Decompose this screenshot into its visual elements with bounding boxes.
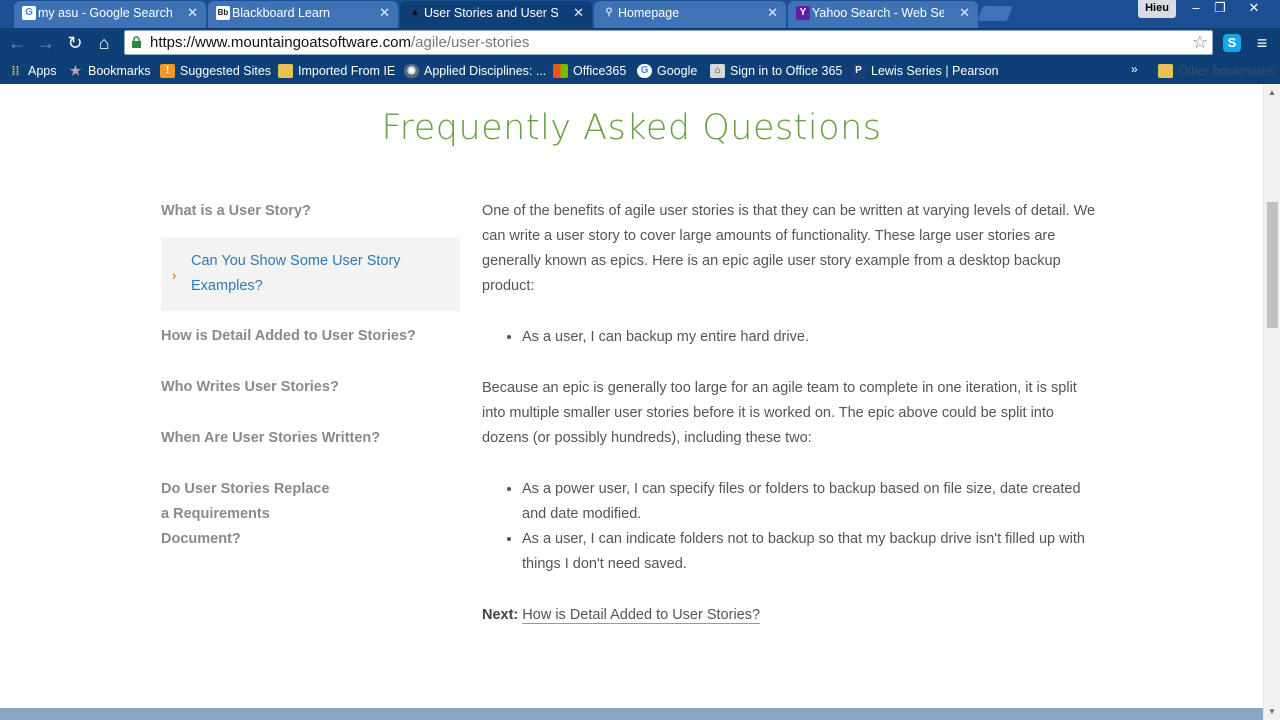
- yahoo-icon: Y: [796, 6, 810, 20]
- bookmark-label: Bookmarks: [88, 64, 151, 78]
- office-icon: [553, 64, 568, 78]
- list-item: As a power user, I can specify files or …: [522, 477, 1102, 527]
- bookmark-apps[interactable]: ⁞⁞ Apps: [8, 62, 57, 80]
- bookmark-label: Google: [657, 64, 698, 78]
- nav-item-when-written[interactable]: When Are User Stories Written?: [161, 413, 460, 464]
- new-tab-button[interactable]: [977, 6, 1013, 21]
- bookmark-google[interactable]: G Google: [637, 62, 697, 80]
- restore-icon[interactable]: ❐: [1208, 0, 1232, 18]
- nav-item-label: Can You Show Some User Story Examples?: [191, 253, 401, 294]
- google-icon: G: [637, 64, 652, 78]
- paragraph: One of the benefits of agile user storie…: [482, 203, 1096, 294]
- bookmark-label: Office365: [573, 64, 627, 78]
- tab-title: Blackboard Learn: [232, 6, 330, 20]
- tab-user-stories[interactable]: ▲ User Stories and User Stor ✕: [400, 1, 592, 28]
- bookmark-imported-from-ie[interactable]: Imported From IE: [278, 62, 395, 80]
- bookmarks-bar: ⁞⁞ Apps ★ Bookmarks ! Suggested Sites Im…: [0, 58, 1280, 84]
- bookmark-lewis-series[interactable]: P Lewis Series | Pearson: [851, 62, 999, 80]
- url-path: /agile/user-stories: [410, 34, 530, 51]
- tab-title: Homepage: [618, 6, 680, 20]
- bookmark-label: Suggested Sites: [180, 64, 272, 78]
- suggested-sites-icon: !: [160, 64, 175, 78]
- bookmark-star-icon[interactable]: ☆: [1192, 32, 1208, 53]
- epic-example-list: As a user, I can backup my entire hard d…: [482, 325, 1102, 350]
- tab-homepage[interactable]: ⚲ Homepage ✕: [594, 1, 786, 28]
- close-icon[interactable]: ✕: [767, 1, 778, 25]
- bookmark-label: Applied Disciplines: ...: [424, 64, 547, 78]
- chevron-right-icon: ›: [172, 268, 177, 283]
- bookmark-sign-in-office[interactable]: ⌂ Sign in to Office 365: [710, 62, 842, 80]
- lock-icon: [132, 36, 141, 48]
- office-signin-icon: ⌂: [710, 64, 725, 78]
- pearson-icon: P: [851, 64, 866, 78]
- bookmark-bookmarks[interactable]: ★ Bookmarks: [68, 62, 151, 80]
- bookmark-label: Apps: [28, 64, 57, 78]
- minimize-icon[interactable]: –: [1184, 0, 1208, 18]
- tab-title: Yahoo Search - Web Searc: [812, 6, 944, 20]
- nav-item-detail-added[interactable]: How is Detail Added to User Stories?: [161, 311, 460, 362]
- tab-blackboard[interactable]: Bb Blackboard Learn ✕: [208, 1, 398, 28]
- forward-arrow-icon[interactable]: →: [35, 32, 57, 54]
- nav-item-replace-requirements[interactable]: Do User Stories Replace a Requirements D…: [161, 464, 460, 565]
- url-host: https://www.mountaingoatsoftware.com: [150, 34, 411, 51]
- nav-item-what-is-user-story[interactable]: What is a User Story?: [161, 196, 460, 237]
- bookmark-suggested-sites[interactable]: ! Suggested Sites: [160, 62, 271, 80]
- google-icon: G: [22, 6, 36, 20]
- nav-item-who-writes[interactable]: Who Writes User Stories?: [161, 362, 460, 413]
- faq-sidebar-nav: What is a User Story? › Can You Show Some…: [161, 196, 460, 565]
- tab-title: my asu - Google Search: [38, 6, 172, 20]
- search-icon: ⚲: [605, 7, 613, 18]
- more-bookmarks-chevron-icon[interactable]: »: [1131, 62, 1138, 76]
- star-icon: ★: [69, 63, 82, 78]
- page-footer: [0, 708, 1263, 720]
- home-icon[interactable]: ⌂: [93, 32, 115, 54]
- next-question: Next: How is Detail Added to User Storie…: [482, 603, 1102, 628]
- chrome-menu-icon[interactable]: ≡: [1254, 33, 1270, 53]
- scrollbar-thumb[interactable]: [1267, 202, 1278, 328]
- page-viewport: Frequently Asked Questions What is a Use…: [0, 84, 1263, 720]
- split-stories-list: As a power user, I can specify files or …: [482, 477, 1102, 577]
- scroll-down-arrow-icon[interactable]: ▼: [1268, 707, 1276, 716]
- folder-icon: [278, 64, 293, 78]
- nav-item-user-story-examples[interactable]: › Can You Show Some User Story Examples?: [161, 237, 460, 311]
- next-label: Next:: [482, 607, 519, 623]
- bookmark-label: Sign in to Office 365: [730, 64, 843, 78]
- next-question-link[interactable]: How is Detail Added to User Stories?: [522, 607, 761, 624]
- page-icon: ◉: [404, 64, 419, 78]
- tab-strip: G my asu - Google Search ✕ Bb Blackboard…: [0, 0, 1280, 28]
- close-icon[interactable]: ✕: [379, 1, 390, 25]
- tab-title: User Stories and User Stor: [424, 6, 558, 20]
- bookmark-label: Imported From IE: [298, 64, 396, 78]
- bookmark-office365[interactable]: Office365: [553, 62, 626, 80]
- page-title: Frequently Asked Questions: [381, 108, 882, 148]
- faq-answer: One of the benefits of agile user storie…: [482, 199, 1102, 628]
- paragraph: Because an epic is generally too large f…: [482, 380, 1077, 446]
- url-text: https://www.mountaingoatsoftware.com/agi…: [150, 34, 529, 51]
- apps-grid-icon: ⁞⁞: [11, 64, 20, 78]
- tab-google-search[interactable]: G my asu - Google Search ✕: [14, 1, 206, 28]
- window-close-icon[interactable]: ✕: [1242, 0, 1266, 18]
- browser-toolbar: ← → ↻ ⌂ https://www.mountaingoatsoftware…: [0, 28, 1280, 58]
- list-item: As a user, I can indicate folders not to…: [522, 527, 1102, 577]
- bookmark-label: Lewis Series | Pearson: [871, 64, 999, 78]
- close-icon[interactable]: ✕: [959, 1, 970, 25]
- mountain-goat-icon: ▲: [410, 7, 420, 18]
- back-arrow-icon[interactable]: ←: [6, 32, 28, 54]
- tab-yahoo[interactable]: Y Yahoo Search - Web Searc ✕: [788, 1, 978, 28]
- bookmark-other-bookmarks[interactable]: Other bookmarks: [1158, 62, 1274, 80]
- address-bar[interactable]: https://www.mountaingoatsoftware.com/agi…: [124, 30, 1213, 55]
- close-icon[interactable]: ✕: [573, 1, 584, 25]
- reload-icon[interactable]: ↻: [64, 32, 86, 54]
- close-icon[interactable]: ✕: [187, 1, 198, 25]
- skype-extension-icon[interactable]: S: [1223, 34, 1241, 52]
- blackboard-icon: Bb: [216, 6, 230, 20]
- profile-button[interactable]: Hieu: [1138, 0, 1176, 18]
- folder-icon: [1158, 64, 1173, 78]
- bookmark-applied-disciplines[interactable]: ◉ Applied Disciplines: ...: [404, 62, 546, 80]
- list-item: As a user, I can backup my entire hard d…: [522, 325, 1102, 350]
- vertical-scrollbar[interactable]: ▲ ▼: [1263, 84, 1280, 720]
- bookmark-label: Other bookmarks: [1178, 64, 1274, 78]
- scroll-up-arrow-icon[interactable]: ▲: [1268, 88, 1276, 97]
